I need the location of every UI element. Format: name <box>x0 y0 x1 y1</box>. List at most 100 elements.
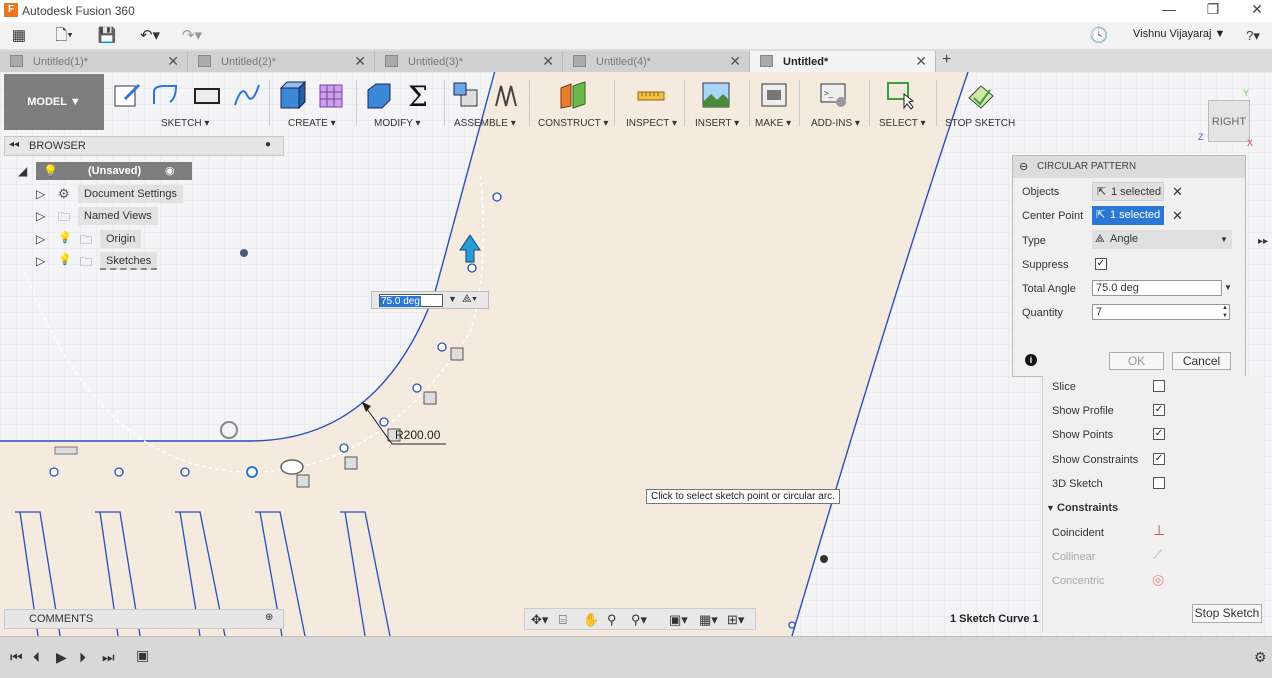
grid-settings-icon[interactable]: ▦▾ <box>699 612 718 628</box>
visibility-bulb-icon[interactable]: 💡 <box>43 164 58 178</box>
expand-panel-icon[interactable]: ▸▸ <box>1258 236 1268 247</box>
redo-icon[interactable]: ↷▾ <box>176 26 208 46</box>
visibility-bulb-icon[interactable]: 💡 <box>58 253 72 266</box>
minimize-panel-icon[interactable]: ● <box>265 139 271 150</box>
stop-sketch-button[interactable]: STOP SKETCH <box>945 118 1015 129</box>
minimize-icon[interactable]: — <box>1154 1 1184 17</box>
show-points-checkbox[interactable]: ✓ <box>1153 428 1165 440</box>
dropdown-arrow-icon[interactable]: ▼ <box>1224 283 1232 292</box>
new-tab-icon[interactable]: + <box>942 51 951 69</box>
go-to-start-icon[interactable]: ⏮ <box>10 649 23 666</box>
scripts-addins-icon[interactable]: >_ <box>819 80 849 110</box>
select-menu[interactable]: SELECT ▾ <box>879 118 926 129</box>
look-at-icon[interactable]: ⌸ <box>559 612 567 628</box>
close-tab-icon[interactable]: ✕ <box>354 53 366 70</box>
add-comment-icon[interactable]: ⊕ <box>265 612 273 623</box>
constraints-header[interactable]: Constraints <box>1057 502 1118 514</box>
collapse-browser-icon[interactable]: ◂◂ <box>9 139 19 150</box>
collinear-icon[interactable]: ⟋ <box>1153 547 1162 563</box>
offset-plane-icon[interactable] <box>558 80 588 110</box>
expand-arrow-icon[interactable]: ▷ <box>36 232 45 246</box>
tab-untitled-1[interactable]: Untitled(1)* ✕ <box>0 51 188 72</box>
make-menu[interactable]: MAKE ▾ <box>755 118 791 129</box>
assemble-menu[interactable]: ASSEMBLE ▾ <box>454 118 516 129</box>
objects-selector[interactable]: ⇱ 1 selected <box>1092 182 1164 201</box>
tree-root[interactable]: ◢ (Unsaved) 💡 ◉ <box>18 162 192 180</box>
3d-sketch-checkbox[interactable] <box>1153 477 1165 489</box>
dropdown-arrow-icon[interactable]: ▼ <box>448 294 457 304</box>
orbit-icon[interactable]: ✥▾ <box>531 612 548 628</box>
close-tab-icon[interactable]: ✕ <box>915 53 927 70</box>
tree-item-named-views[interactable]: ▷ 🗀 Named Views <box>36 207 161 225</box>
workspace-switcher[interactable]: MODEL ▼ <box>4 74 104 130</box>
clear-center-icon[interactable]: ✕ <box>1172 208 1183 224</box>
constraints-collapse-icon[interactable]: ▼ <box>1046 503 1055 513</box>
angle-input-field[interactable]: 75.0 deg <box>379 294 443 307</box>
close-tab-icon[interactable]: ✕ <box>729 53 741 70</box>
total-angle-input[interactable]: 75.0 deg <box>1092 280 1222 296</box>
save-icon[interactable]: 💾 <box>96 26 118 46</box>
joint-icon[interactable] <box>491 80 521 110</box>
type-dropdown[interactable]: ⟁ Angle ▼ <box>1092 230 1232 249</box>
collapse-dialog-icon[interactable]: ⊖ <box>1019 160 1028 173</box>
form-icon[interactable] <box>317 80 347 110</box>
stop-sketch-icon[interactable] <box>966 80 996 110</box>
step-back-icon[interactable]: ⏴ <box>33 649 40 666</box>
create-sketch-icon[interactable] <box>112 80 142 110</box>
radius-dimension[interactable]: R200.00 <box>395 428 440 442</box>
undo-icon[interactable]: ↶▾ <box>134 26 166 46</box>
stepper-arrows-icon[interactable]: ▲ ▼ <box>1222 304 1228 320</box>
add-ins-menu[interactable]: ADD-INS ▾ <box>811 118 860 129</box>
stop-sketch-palette-button[interactable]: Stop Sketch <box>1192 604 1262 623</box>
user-menu[interactable]: Vishnu Vijayaraj ▼ <box>1133 28 1225 40</box>
info-icon[interactable]: i <box>1025 354 1037 366</box>
insert-image-icon[interactable] <box>701 80 731 110</box>
sketch-menu[interactable]: SKETCH ▾ <box>161 118 209 129</box>
angle-type-icon[interactable]: ⟁▾ <box>462 293 477 306</box>
inspect-menu[interactable]: INSPECT ▾ <box>626 118 677 129</box>
suppress-checkbox[interactable]: ✓ <box>1095 258 1107 270</box>
show-constraints-checkbox[interactable]: ✓ <box>1153 453 1165 465</box>
tree-item-origin[interactable]: ▷ 💡 🗀 Origin <box>36 230 146 248</box>
close-tab-icon[interactable]: ✕ <box>542 53 554 70</box>
help-icon[interactable]: ?▾ <box>1238 26 1268 46</box>
line-tool-icon[interactable] <box>150 80 180 110</box>
ok-button[interactable]: OK <box>1109 352 1164 370</box>
step-forward-icon[interactable]: ⏵ <box>79 649 86 666</box>
close-tab-icon[interactable]: ✕ <box>167 53 179 70</box>
construct-menu[interactable]: CONSTRUCT ▾ <box>538 118 608 129</box>
tab-untitled-3[interactable]: Untitled(3)* ✕ <box>375 51 563 72</box>
view-cube[interactable]: RIGHT <box>1208 100 1250 142</box>
extrude-icon[interactable] <box>277 80 307 110</box>
quantity-stepper[interactable]: 7 <box>1092 304 1230 320</box>
expand-arrow-icon[interactable]: ▷ <box>36 187 45 201</box>
clear-objects-icon[interactable]: ✕ <box>1172 184 1183 200</box>
history-clock-icon[interactable]: 🕓 <box>1088 26 1110 46</box>
display-settings-icon[interactable]: ▣▾ <box>669 612 688 628</box>
tree-item-sketches[interactable]: ▷ 💡 🗀 Sketches <box>36 252 166 270</box>
close-window-icon[interactable]: ✕ <box>1242 1 1272 18</box>
file-menu-icon[interactable]: 🗋▾ <box>50 26 78 46</box>
tab-untitled-active[interactable]: Untitled* ✕ <box>750 51 936 72</box>
visibility-bulb-icon[interactable]: 💡 <box>58 231 72 244</box>
spline-tool-icon[interactable] <box>232 80 262 110</box>
3d-print-icon[interactable] <box>759 80 789 110</box>
tree-item-document-settings[interactable]: ▷ ⚙ Document Settings <box>36 185 183 203</box>
coincident-icon[interactable]: ⊥ <box>1153 522 1165 539</box>
viewports-icon[interactable]: ⊞▾ <box>727 612 744 628</box>
sketch-timeline-icon[interactable]: ▣ <box>136 647 149 664</box>
slice-checkbox[interactable] <box>1153 380 1165 392</box>
restore-icon[interactable]: ❐ <box>1198 1 1228 18</box>
play-icon[interactable]: ▶ <box>56 649 67 666</box>
tab-untitled-2[interactable]: Untitled(2)* ✕ <box>188 51 375 72</box>
zoom-icon[interactable]: ⚲ <box>607 612 617 628</box>
pan-hand-icon[interactable]: ✋ <box>583 612 599 628</box>
fit-icon[interactable]: ⚲▾ <box>631 612 647 628</box>
sigma-parameters-icon[interactable]: Σ <box>404 80 434 110</box>
center-point-selector[interactable]: ⇱ 1 selected <box>1092 206 1164 225</box>
cancel-button[interactable]: Cancel <box>1172 352 1231 370</box>
activate-icon[interactable]: ◉ <box>165 164 175 177</box>
concentric-icon[interactable]: ◎ <box>1152 571 1164 588</box>
new-component-icon[interactable] <box>451 80 481 110</box>
insert-menu[interactable]: INSERT ▾ <box>695 118 739 129</box>
